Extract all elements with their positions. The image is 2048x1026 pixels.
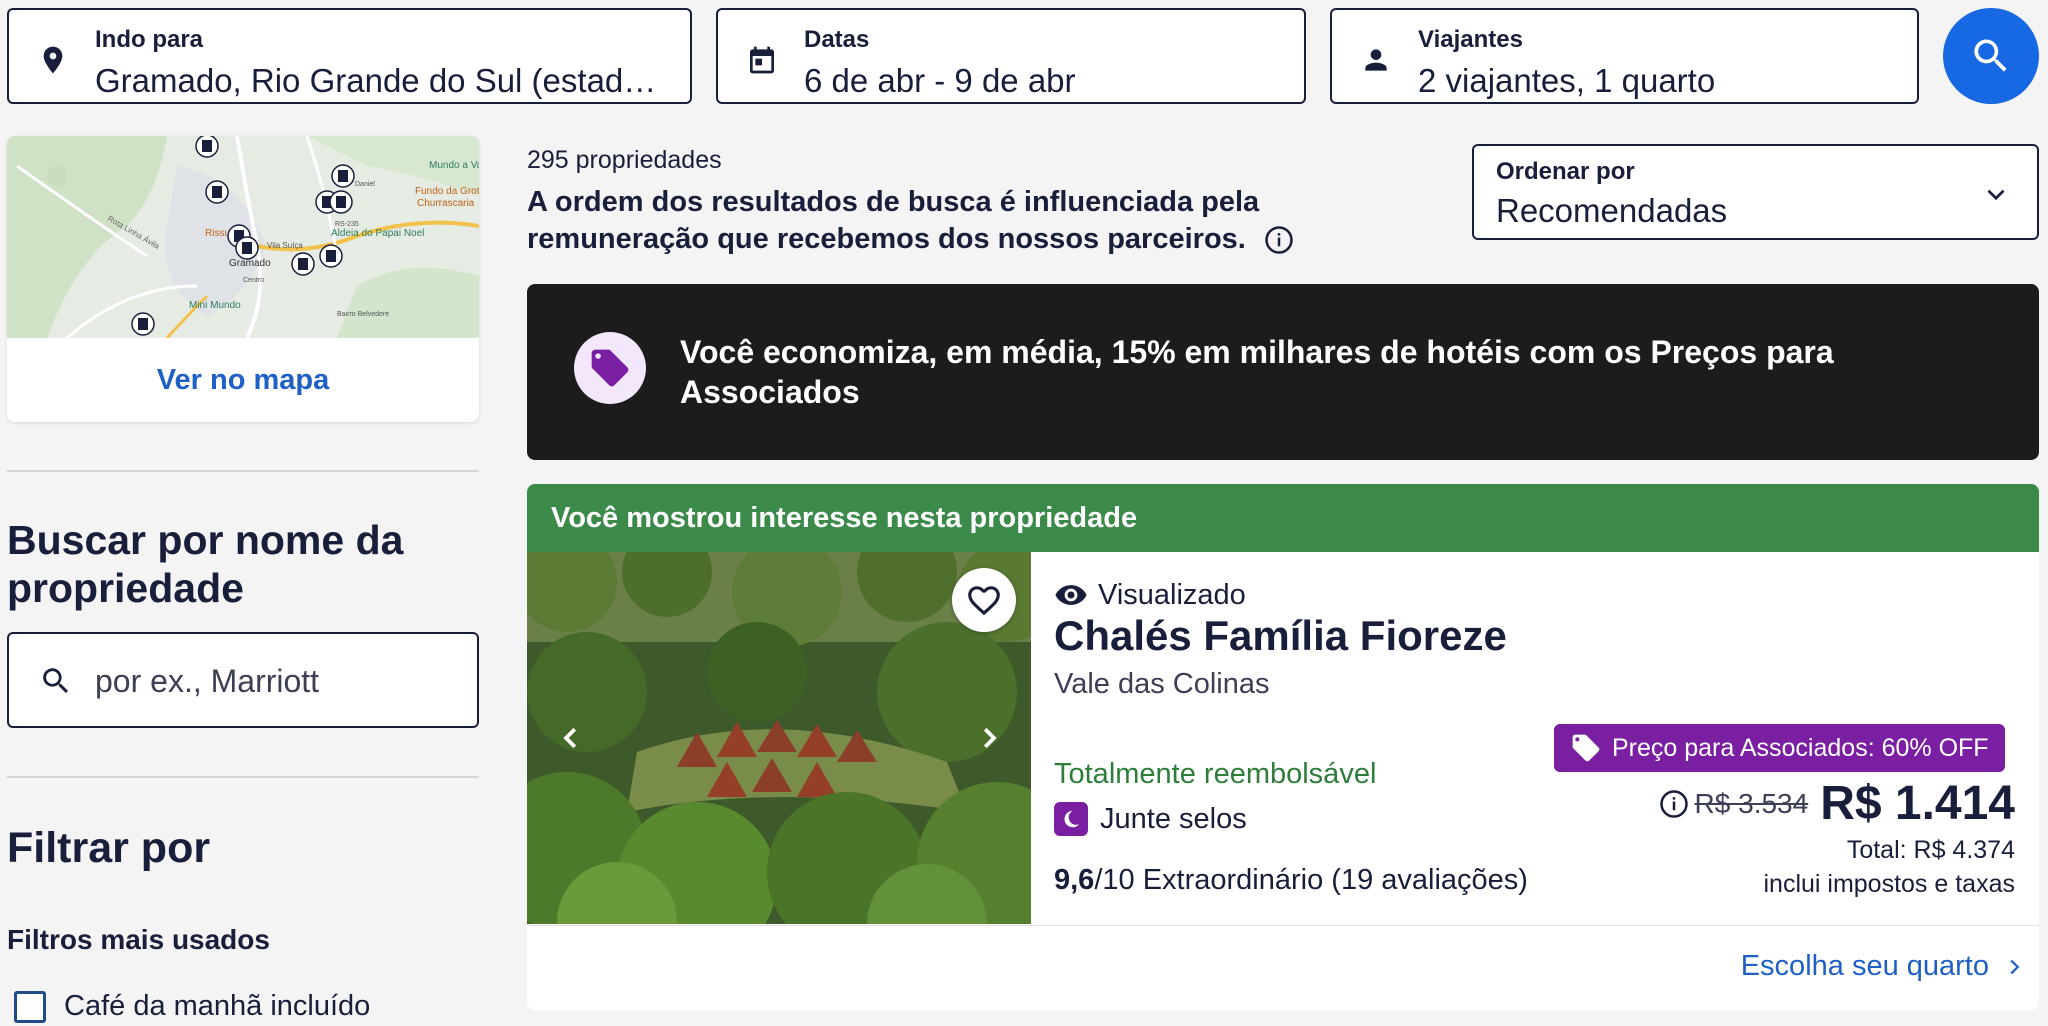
- person-icon: [1365, 49, 1387, 71]
- chevron-right-icon: [2010, 959, 2020, 974]
- price-row: R$ 3.534 R$ 1.414: [1659, 776, 2015, 831]
- property-name-input[interactable]: [95, 658, 455, 704]
- map-label-belvedere: Bairro Belvedere: [337, 311, 389, 318]
- rating-text: /10 Extraordinário (19 avaliações): [1094, 864, 1528, 896]
- guest-rating: 9,6/10 Extraordinário (19 avaliações): [1054, 864, 1528, 897]
- chevron-left-icon: [563, 727, 577, 749]
- property-name-search[interactable]: [7, 632, 479, 728]
- hotel-marker-icon[interactable]: [329, 190, 353, 214]
- sidebar-divider: [7, 776, 479, 778]
- stamps-label: Junte selos: [1100, 802, 1247, 835]
- view-on-map-link[interactable]: Ver no mapa: [7, 338, 479, 422]
- name-search-heading: Buscar por nome da propriedade: [7, 517, 404, 611]
- original-price: R$ 3.534: [1694, 787, 1809, 819]
- calendar-icon: [750, 46, 774, 74]
- map-label-fundo-grota: Fundo da Grota: [415, 186, 479, 197]
- next-photo-button[interactable]: [969, 718, 1009, 758]
- current-price: R$ 1.414: [1820, 777, 2015, 830]
- info-icon[interactable]: [1659, 789, 1689, 819]
- sort-value: Recomendadas: [1496, 192, 1728, 229]
- map-label-vila-suica: Vila Suíça: [267, 241, 303, 250]
- property-location: Vale das Colinas: [1054, 668, 1270, 700]
- price-tag-icon: [591, 349, 629, 387]
- sort-label: Ordenar por: [1496, 158, 1635, 185]
- destination-label: Indo para: [95, 26, 204, 53]
- dates-label: Datas: [804, 26, 870, 53]
- travelers-label: Viajantes: [1418, 26, 1523, 53]
- property-photo[interactable]: [527, 552, 1031, 924]
- hotel-marker-icon[interactable]: [205, 180, 229, 204]
- price-tag-badge: [574, 332, 646, 404]
- favorite-button[interactable]: [952, 568, 1016, 632]
- choose-room-label: Escolha seu quarto: [1740, 950, 1989, 982]
- dates-field[interactable]: Datas 6 de abr - 9 de abr: [716, 8, 1306, 104]
- property-card[interactable]: Você mostrou interesse nesta propriedade: [527, 484, 2039, 1010]
- map-label-churrascaria: Churrascaria: [417, 198, 475, 209]
- map-thumbnail[interactable]: Mundo a Vapor Fundo da Grota Churrascari…: [7, 136, 479, 338]
- map-preview-card[interactable]: Mundo a Vapor Fundo da Grota Churrascari…: [7, 136, 479, 422]
- chevron-down-icon: [1987, 189, 2005, 201]
- collect-stamps: Junte selos: [1054, 802, 1247, 836]
- destination-value: Gramado, Rio Grande do Sul (estado), Bra…: [95, 62, 670, 99]
- ranking-disclaimer: A ordem dos resultados de busca é influe…: [527, 184, 1447, 258]
- sort-select[interactable]: Ordenar por Recomendadas: [1472, 144, 2039, 240]
- interest-banner: Você mostrou interesse nesta propriedade: [527, 484, 2039, 552]
- member-price-badge: Preço para Associados: 60% OFF: [1554, 724, 2005, 772]
- destination-field[interactable]: Indo para Gramado, Rio Grande do Sul (es…: [7, 8, 692, 104]
- map-label-mini-mundo: Mini Mundo: [189, 300, 241, 311]
- map-label-papai-noel: Aldeia do Papai Noel: [331, 228, 424, 239]
- filter-label: Café da manhã incluído: [64, 990, 371, 1022]
- moon-icon: [1054, 802, 1088, 836]
- rating-score: 9,6: [1054, 864, 1095, 896]
- filter-checkbox[interactable]: [14, 990, 46, 1023]
- taxes-note: inclui impostos e taxas: [1763, 870, 2015, 898]
- filter-breakfast-included[interactable]: Café da manhã incluído: [14, 990, 370, 1023]
- filter-heading: Filtrar por: [7, 824, 211, 872]
- viewed-label: Visualizado: [1098, 578, 1246, 611]
- eye-icon: [1055, 585, 1087, 605]
- location-pin-icon: [43, 46, 63, 74]
- member-prices-banner: Você economiza, em média, 15% em milhare…: [527, 284, 2039, 460]
- popular-filters-heading: Filtros mais usados: [7, 924, 270, 955]
- hotel-marker-icon[interactable]: [331, 164, 355, 188]
- hotel-marker-icon[interactable]: [235, 236, 259, 260]
- search-icon: [43, 668, 69, 694]
- choose-room-link[interactable]: Escolha seu quarto: [1741, 950, 2025, 983]
- property-name[interactable]: Chalés Família Fioreze: [1054, 612, 1507, 660]
- search-icon: [1974, 39, 2007, 72]
- viewed-indicator: Visualizado: [1054, 578, 1246, 612]
- total-price: Total: R$ 4.374: [1846, 836, 2015, 864]
- sidebar-divider: [7, 470, 479, 472]
- refund-policy: Totalmente reembolsável: [1054, 758, 1377, 790]
- map-label-centro: Centro: [243, 277, 264, 284]
- chevron-right-icon: [983, 727, 997, 749]
- dates-value: 6 de abr - 9 de abr: [804, 62, 1076, 99]
- map-label-mundo-vapor: Mundo a Vapor: [429, 160, 479, 171]
- map-label-rs235: RS-235: [335, 221, 359, 228]
- disclaimer-text: A ordem dos resultados de busca é influe…: [527, 186, 1260, 255]
- map-label-gramado: Gramado: [229, 258, 271, 269]
- card-divider: [527, 925, 2039, 926]
- hotel-marker-icon[interactable]: [131, 312, 155, 336]
- results-count: 295 propriedades: [527, 146, 722, 174]
- price-tag-icon: [1572, 734, 1600, 762]
- hotel-marker-icon[interactable]: [195, 136, 219, 158]
- info-icon[interactable]: [1264, 225, 1294, 255]
- promo-text: Você economiza, em média, 15% em milhare…: [680, 334, 1834, 410]
- previous-photo-button[interactable]: [551, 718, 591, 758]
- hotel-marker-icon[interactable]: [319, 244, 343, 268]
- travelers-field[interactable]: Viajantes 2 viajantes, 1 quarto: [1330, 8, 1919, 104]
- member-badge-text: Preço para Associados: 60% OFF: [1612, 733, 1989, 762]
- map-label-daniel: Daniel: [355, 181, 375, 188]
- hotel-marker-icon[interactable]: [291, 252, 315, 276]
- travelers-value: 2 viajantes, 1 quarto: [1418, 62, 1716, 99]
- search-button[interactable]: [1943, 8, 2039, 104]
- heart-icon: [968, 586, 1000, 616]
